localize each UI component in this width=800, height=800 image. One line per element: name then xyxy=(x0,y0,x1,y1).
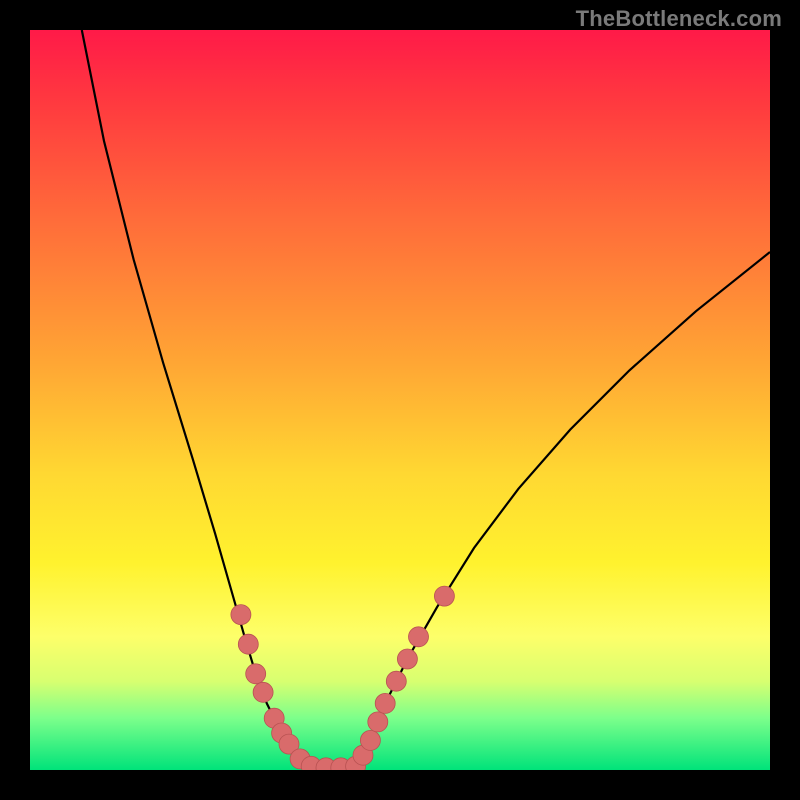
marker-group xyxy=(231,586,455,770)
bottleneck-curve xyxy=(82,30,770,770)
data-point-marker xyxy=(238,634,258,654)
watermark-text: TheBottleneck.com xyxy=(576,6,782,32)
chart-gradient-background xyxy=(30,30,770,770)
data-point-marker xyxy=(360,730,380,750)
data-point-marker xyxy=(368,712,388,732)
data-point-marker xyxy=(246,664,266,684)
data-point-marker xyxy=(231,605,251,625)
chart-svg xyxy=(30,30,770,770)
data-point-marker xyxy=(434,586,454,606)
data-point-marker xyxy=(409,627,429,647)
data-point-marker xyxy=(386,671,406,691)
data-point-marker xyxy=(375,693,395,713)
data-point-marker xyxy=(397,649,417,669)
data-point-marker xyxy=(253,682,273,702)
